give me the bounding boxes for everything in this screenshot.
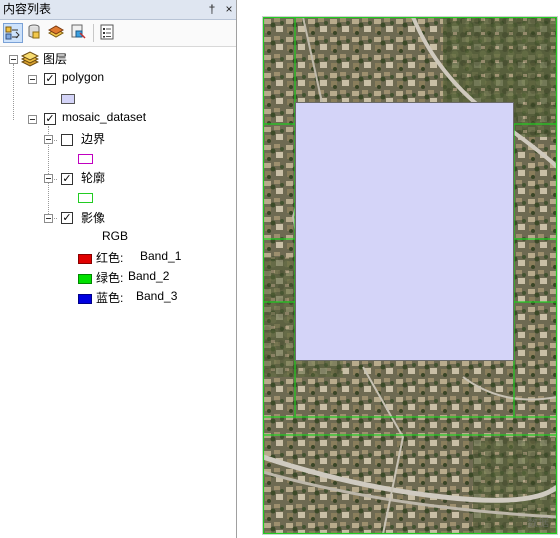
toc-toolbar xyxy=(0,20,236,47)
map-frame[interactable]: 数据 xyxy=(262,16,558,535)
list-by-selection-button[interactable] xyxy=(69,23,89,43)
layers-icon xyxy=(21,51,39,67)
list-by-source-button[interactable] xyxy=(25,23,45,43)
polygon-feature[interactable] xyxy=(295,102,514,361)
close-icon[interactable]: × xyxy=(222,0,236,19)
boundary-sublayer-label[interactable]: 边界 xyxy=(81,130,105,147)
green-band-swatch xyxy=(78,274,92,284)
green-channel-label: 绿色: xyxy=(96,271,124,285)
map-view[interactable]: 数据 xyxy=(238,0,560,538)
footprint-visibility-checkbox[interactable]: ✓ xyxy=(61,173,73,185)
rgb-label: RGB xyxy=(102,229,129,243)
list-by-source-icon xyxy=(28,24,40,39)
boundary-visibility-checkbox[interactable] xyxy=(61,134,73,146)
collapse-layers-toggle[interactable] xyxy=(9,55,18,64)
green-band-name: Band_2 xyxy=(128,269,170,283)
mosaic-layer-label[interactable]: mosaic_dataset xyxy=(62,110,146,124)
collapse-image-toggle[interactable] xyxy=(44,214,53,223)
boundary-outline-swatch xyxy=(78,154,93,164)
collapse-mosaic-toggle[interactable] xyxy=(28,115,37,124)
watermark-text: 数据 xyxy=(527,517,549,529)
blue-band-swatch xyxy=(78,294,92,304)
layer-tree: 图层 ✓ polygon ✓ mosaic_dataset 边界 ✓ 轮廓 ✓ … xyxy=(0,46,236,536)
blue-band-name: Band_3 xyxy=(136,289,178,303)
options-icon xyxy=(100,24,114,40)
collapse-boundary-toggle[interactable] xyxy=(44,135,53,144)
polygon-layer-label[interactable]: polygon xyxy=(62,70,104,84)
image-visibility-checkbox[interactable]: ✓ xyxy=(61,212,73,224)
tree-connector xyxy=(13,64,14,120)
footprint-outline-swatch xyxy=(78,193,93,203)
toolbar-separator xyxy=(93,24,94,42)
footprint-sublayer-label[interactable]: 轮廓 xyxy=(81,169,105,186)
blue-channel-label: 蓝色: xyxy=(96,291,124,305)
collapse-polygon-toggle[interactable] xyxy=(28,75,37,84)
red-band-swatch xyxy=(78,254,92,264)
list-by-drawing-order-button[interactable] xyxy=(3,23,23,43)
collapse-footprint-toggle[interactable] xyxy=(44,174,53,183)
red-channel-label: 红色: xyxy=(96,251,124,265)
table-of-contents-panel: 内容列表 † × 图层 ✓ polygon ✓ mosaic_dataset 边… xyxy=(0,0,237,538)
image-sublayer-label[interactable]: 影像 xyxy=(81,209,105,226)
mosaic-visibility-checkbox[interactable]: ✓ xyxy=(44,113,56,125)
list-by-selection-icon xyxy=(71,24,86,39)
polygon-visibility-checkbox[interactable]: ✓ xyxy=(44,73,56,85)
list-by-visibility-button[interactable] xyxy=(47,23,67,43)
panel-title-bar: 内容列表 † × xyxy=(0,0,236,20)
panel-title: 内容列表 xyxy=(3,2,52,16)
polygon-fill-swatch xyxy=(61,94,75,104)
pin-icon[interactable]: † xyxy=(205,0,219,19)
list-by-visibility-icon xyxy=(47,25,65,38)
red-band-name: Band_1 xyxy=(140,249,182,263)
layers-root-label: 图层 xyxy=(43,52,68,66)
options-button[interactable] xyxy=(98,23,118,43)
list-by-drawing-order-icon xyxy=(5,26,20,40)
